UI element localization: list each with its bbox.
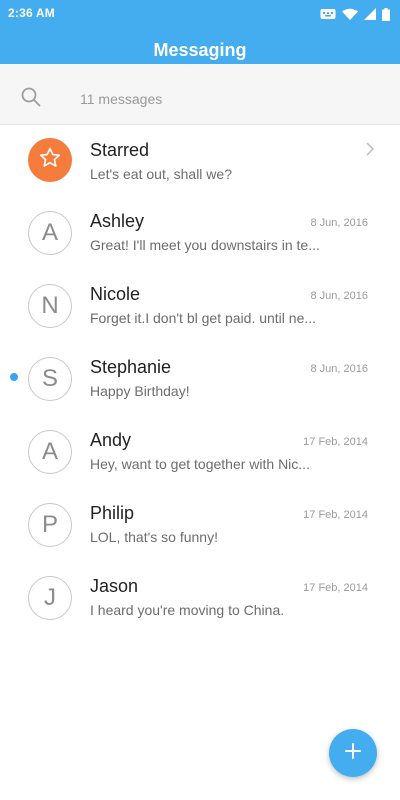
conversation-date: 8 Jun, 2016 — [310, 290, 369, 302]
status-bar: 2:36 AM — [0, 0, 400, 28]
starred-avatar — [28, 138, 72, 182]
star-icon — [38, 146, 62, 175]
status-icons — [320, 7, 390, 21]
message-count: 11 messages — [80, 91, 163, 107]
conversation-item-andy[interactable]: A Andy 17 Feb, 2014 Hey, want to get tog… — [0, 416, 400, 489]
conversation-preview: Forget it.I don't bl get paid. until ne.… — [90, 310, 317, 326]
battery-icon — [382, 7, 390, 21]
conversation-item-stephanie[interactable]: S Stephanie 8 Jun, 2016 Happy Birthday! — [0, 343, 400, 416]
conversation-name: Starred — [90, 140, 150, 160]
conversation-item-jason[interactable]: J Jason 17 Feb, 2014 I heard you're movi… — [0, 562, 400, 635]
conversation-name: Jason — [90, 576, 139, 596]
avatar: J — [28, 576, 72, 620]
conversation-preview: Happy Birthday! — [90, 383, 190, 399]
conversation-date: 8 Jun, 2016 — [310, 217, 369, 229]
wifi-icon — [342, 8, 358, 20]
avatar: N — [28, 284, 72, 328]
signal-icon — [364, 8, 376, 20]
chevron-right-icon — [365, 141, 375, 162]
page-title: Messaging — [153, 40, 247, 60]
conversation-preview: I heard you're moving to China. — [90, 602, 285, 618]
keyboard-icon — [320, 8, 336, 20]
conversation-date: 17 Feb, 2014 — [303, 436, 368, 448]
conversation-item-nicole[interactable]: N Nicole 8 Jun, 2016 Forget it.I don't b… — [0, 270, 400, 343]
avatar: A — [28, 211, 72, 255]
conversation-date: 17 Feb, 2014 — [303, 582, 368, 594]
conversation-name: Ashley — [90, 211, 145, 231]
avatar: A — [28, 430, 72, 474]
conversation-preview: Great! I'll meet you downstairs in te... — [90, 237, 320, 253]
avatar: S — [28, 357, 72, 401]
new-message-button[interactable] — [329, 729, 377, 777]
avatar: P — [28, 503, 72, 547]
search-bar[interactable]: 11 messages — [0, 64, 400, 125]
app-header: 2:36 AM Messaging — [0, 0, 400, 64]
conversation-date: 17 Feb, 2014 — [303, 509, 368, 521]
conversation-name: Philip — [90, 503, 135, 523]
conversation-preview: Let's eat out, shall we? — [90, 166, 232, 182]
plus-icon — [343, 741, 363, 766]
conversation-name: Andy — [90, 430, 132, 450]
conversation-preview: Hey, want to get together with Nic... — [90, 456, 310, 472]
status-time: 2:36 AM — [8, 6, 55, 20]
search-icon[interactable] — [20, 86, 42, 113]
conversation-preview: LOL, that's so funny! — [90, 529, 218, 545]
conversation-item-starred[interactable]: Starred Let's eat out, shall we? — [0, 124, 400, 197]
conversation-name: Stephanie — [90, 357, 172, 377]
conversation-name: Nicole — [90, 284, 141, 304]
unread-indicator — [10, 373, 18, 381]
conversation-date: 8 Jun, 2016 — [310, 363, 369, 375]
conversation-item-ashley[interactable]: A Ashley 8 Jun, 2016 Great! I'll meet yo… — [0, 197, 400, 270]
conversation-item-philip[interactable]: P Philip 17 Feb, 2014 LOL, that's so fun… — [0, 489, 400, 562]
